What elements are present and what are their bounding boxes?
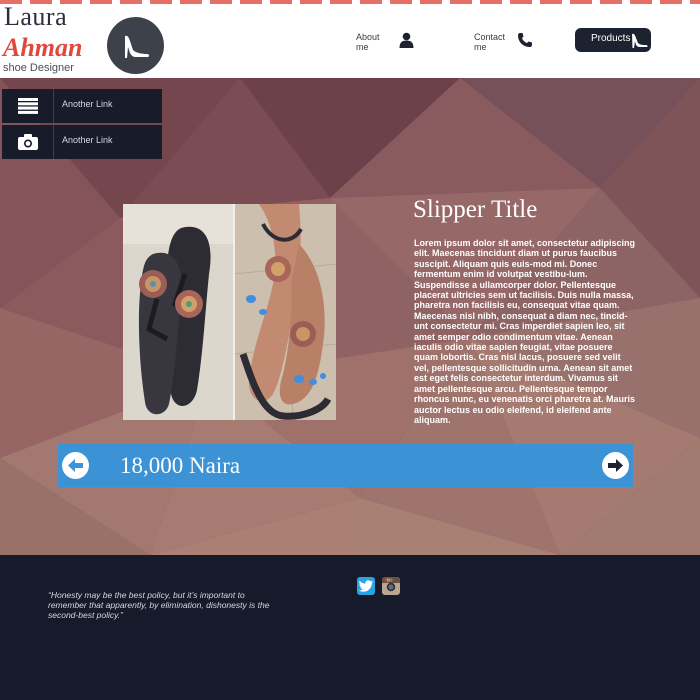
nav-contact-link[interactable]: Contact me bbox=[474, 32, 505, 52]
hamburger-menu-icon bbox=[17, 98, 38, 114]
side-menu-item-1[interactable]: Another Link bbox=[2, 89, 162, 123]
instagram-icon[interactable] bbox=[382, 577, 400, 595]
footer-quote: “Honesty may be the best policy, but it’… bbox=[48, 590, 270, 620]
product-image[interactable] bbox=[123, 204, 336, 420]
high-heel-icon bbox=[632, 33, 648, 48]
side-menu-item-label: Another Link bbox=[62, 135, 113, 145]
brand-first-name: Laura bbox=[4, 2, 68, 31]
nav-about-link[interactable]: About me bbox=[356, 32, 380, 52]
arrow-right-icon bbox=[608, 459, 623, 472]
logo[interactable] bbox=[107, 17, 164, 74]
arrow-left-icon bbox=[68, 459, 83, 472]
twitter-icon[interactable] bbox=[357, 577, 375, 595]
side-menu-item-label: Another Link bbox=[62, 99, 113, 109]
products-button-label: Products bbox=[591, 33, 631, 44]
previous-button[interactable] bbox=[62, 452, 89, 479]
side-menu: Another Link Another Link bbox=[2, 89, 162, 161]
site-footer: “Honesty may be the best policy, but it’… bbox=[0, 555, 700, 700]
slippers-photo bbox=[123, 204, 336, 420]
products-button[interactable]: Products bbox=[575, 28, 651, 52]
brand-last-name: Ahman bbox=[3, 33, 83, 62]
camera-icon bbox=[17, 134, 38, 150]
high-heel-icon bbox=[124, 35, 149, 58]
hero-section: Another Link Another Link Slipper Title … bbox=[0, 78, 700, 555]
phone-icon[interactable] bbox=[517, 32, 533, 48]
site-header: Laura Ahman shoe Designer About me Conta… bbox=[0, 0, 700, 78]
product-price: 18,000 Naira bbox=[120, 453, 241, 478]
side-menu-item-2[interactable]: Another Link bbox=[2, 125, 162, 159]
decorative-top-strip bbox=[0, 0, 700, 4]
user-icon[interactable] bbox=[399, 32, 414, 48]
brand-subtitle: shoe Designer bbox=[3, 62, 74, 74]
product-title: Slipper Title bbox=[413, 196, 538, 223]
price-bar: 18,000 Naira bbox=[58, 444, 633, 487]
product-description: Lorem ipsum dolor sit amet, consectetur … bbox=[414, 238, 636, 425]
next-button[interactable] bbox=[602, 452, 629, 479]
